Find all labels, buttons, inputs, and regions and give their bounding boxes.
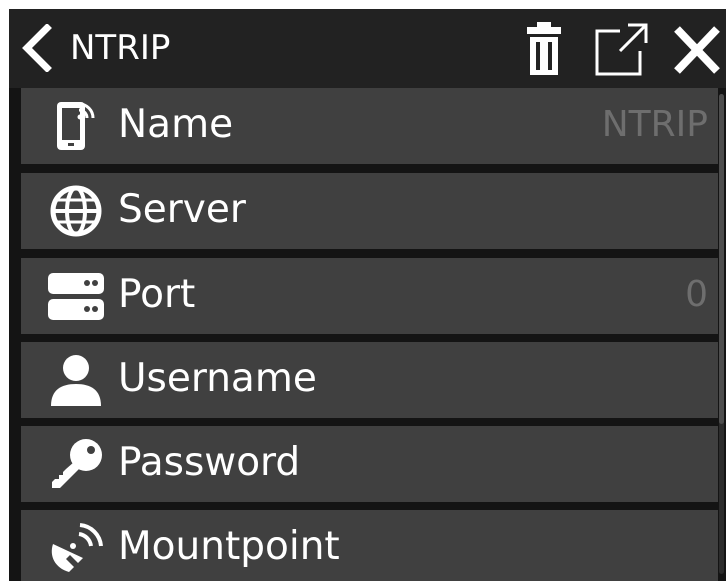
phone-signal-icon bbox=[57, 102, 95, 150]
setting-label: Mountpoint bbox=[118, 524, 340, 569]
page-title: NTRIP bbox=[70, 28, 171, 68]
back-button[interactable] bbox=[9, 9, 69, 88]
server-icon bbox=[48, 273, 104, 320]
setting-label: Name bbox=[118, 102, 234, 147]
close-icon bbox=[674, 26, 720, 74]
setting-row-password[interactable]: Password bbox=[21, 426, 718, 502]
setting-label: Username bbox=[118, 356, 317, 401]
setting-label: Port bbox=[118, 272, 196, 317]
header-bar: NTRIP bbox=[9, 9, 726, 88]
globe-icon bbox=[50, 185, 102, 237]
setting-row-server[interactable]: Server bbox=[21, 173, 718, 249]
chevron-left-icon bbox=[22, 24, 52, 72]
setting-row-username[interactable]: Username bbox=[21, 342, 718, 418]
scroll-thumb[interactable] bbox=[719, 94, 724, 424]
user-icon bbox=[51, 355, 101, 406]
setting-value: NTRIP bbox=[601, 104, 708, 145]
open-external-button[interactable] bbox=[592, 19, 652, 79]
setting-value: 0 bbox=[685, 274, 708, 315]
close-button[interactable] bbox=[667, 19, 725, 79]
setting-label: Password bbox=[118, 440, 301, 485]
settings-list: Name NTRIP Server Port 0 Username Passwo… bbox=[21, 88, 718, 581]
setting-row-name[interactable]: Name NTRIP bbox=[21, 88, 718, 164]
setting-row-mountpoint[interactable]: Mountpoint bbox=[21, 510, 718, 581]
ntrip-settings-screen: NTRIP Name NTRIP Server Port 0 Username … bbox=[9, 9, 726, 581]
setting-row-port[interactable]: Port 0 bbox=[21, 258, 718, 334]
delete-button[interactable] bbox=[522, 19, 570, 79]
scrollbar[interactable] bbox=[719, 94, 724, 574]
key-icon bbox=[52, 439, 102, 488]
open-external-icon bbox=[595, 23, 648, 76]
trash-icon bbox=[527, 22, 561, 75]
satellite-dish-icon bbox=[51, 523, 103, 572]
setting-label: Server bbox=[118, 187, 246, 232]
